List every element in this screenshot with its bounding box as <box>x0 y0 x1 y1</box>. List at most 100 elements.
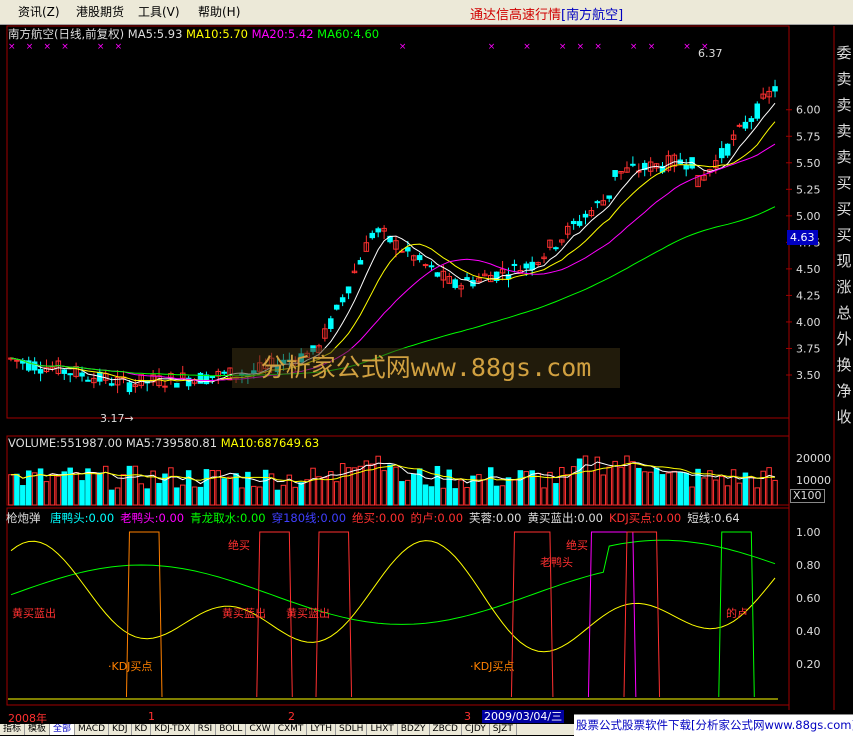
candle-body <box>505 274 512 280</box>
candle-body <box>559 239 565 243</box>
indicator-item-5: 的卢:0.00 <box>410 511 464 525</box>
candle-body <box>730 134 737 140</box>
candle-body <box>707 169 713 173</box>
signal-marker: × <box>523 42 531 52</box>
volume-bar <box>316 476 322 506</box>
tab-kd[interactable]: KD <box>132 724 152 735</box>
volume-bar <box>588 470 595 506</box>
tab-lhxt[interactable]: LHXT <box>367 724 398 735</box>
candle-body <box>339 297 346 303</box>
signal-marker: × <box>683 42 691 52</box>
volume-bar <box>470 475 476 506</box>
indicator-annotation-4: 绝买 <box>566 538 588 552</box>
volume-bar <box>523 471 530 506</box>
volume-bar <box>114 487 121 506</box>
indicator-tick-4: 0.20 <box>796 658 821 671</box>
panel-border-2 <box>6 507 790 706</box>
menu-tools[interactable]: 工具(V) <box>138 3 180 20</box>
candle-body <box>487 274 494 283</box>
volume-bar <box>582 455 589 506</box>
candle-body <box>399 250 405 253</box>
volume-bar <box>570 466 577 506</box>
volume-bar <box>233 473 239 506</box>
candle-body <box>191 379 198 384</box>
volume-bar <box>529 470 535 506</box>
volume-tick-1: 10000 <box>796 474 831 487</box>
volume-bar <box>559 467 565 506</box>
tab-sdlh[interactable]: SDLH <box>336 724 368 735</box>
indicator-name[interactable]: 枪炮弹 <box>6 511 41 525</box>
candle-body <box>754 103 761 119</box>
right-label-9: 涨 <box>836 278 852 296</box>
volume-bar <box>428 486 435 506</box>
ma20-line <box>10 143 776 381</box>
candle-body <box>553 247 559 250</box>
volume-bar <box>20 485 26 506</box>
tab-macd[interactable]: MACD <box>75 724 110 735</box>
tab-全部[interactable]: 全部 <box>50 724 76 735</box>
indicator-tick-2: 0.60 <box>796 592 821 605</box>
candle-body <box>393 240 399 250</box>
volume-bar <box>37 468 44 506</box>
candle-body <box>102 373 109 381</box>
indicator-item-4: 绝买:0.00 <box>352 511 405 525</box>
menu-help[interactable]: 帮助(H) <box>198 3 240 20</box>
candle-body <box>387 235 393 243</box>
indicator-tick-0: 1.00 <box>796 526 821 539</box>
menu-zixun[interactable]: 资讯(Z) <box>18 3 60 20</box>
volume-bar <box>363 460 370 506</box>
price-tick-8: 4.00 <box>796 316 821 329</box>
candle-body <box>570 220 577 225</box>
tab-kdj-tdx[interactable]: KDJ-TDX <box>151 724 195 735</box>
candle-body <box>215 370 222 377</box>
ind-green-line <box>10 539 776 625</box>
candle-body <box>760 93 766 99</box>
candle-body <box>14 359 20 362</box>
tab-指标[interactable]: 指标 <box>0 724 26 735</box>
volume-bar <box>517 470 524 506</box>
candle-body <box>126 382 133 393</box>
tab-sjzt[interactable]: SJZT <box>490 724 517 735</box>
footer-ad[interactable]: 股票公式股票软件下载[分析家公式网www.88gs.com] <box>574 714 853 736</box>
indicator-item-3: 穿180线:0.00 <box>271 511 347 525</box>
volume-bar <box>422 484 429 506</box>
indicator-item-1: 老鸭头:0.00 <box>120 511 185 525</box>
candle-body <box>61 369 68 374</box>
candle-body <box>132 384 139 388</box>
tab-cxw[interactable]: CXW <box>246 724 275 735</box>
right-label-4: 卖 <box>836 148 852 166</box>
candle-body <box>541 256 547 260</box>
volume-bar <box>102 465 109 506</box>
tab-lyth[interactable]: LYTH <box>307 724 336 735</box>
volume-bar <box>464 486 470 506</box>
tab-boll[interactable]: BOLL <box>216 724 247 735</box>
volume-bar <box>126 465 133 506</box>
candle-body <box>405 247 411 252</box>
candle-body <box>185 377 192 387</box>
candle-body <box>357 260 364 265</box>
volume-ma5: MA5:739580.81 <box>125 436 218 450</box>
volume-bar <box>736 482 743 506</box>
candle-body <box>114 376 121 386</box>
signal-marker: × <box>26 42 34 52</box>
tab-cxmt[interactable]: CXMT <box>275 724 308 735</box>
candle-body <box>535 262 541 265</box>
tab-模板[interactable]: 模板 <box>25 724 51 735</box>
candle-body <box>636 170 642 173</box>
tab-zbcd[interactable]: ZBCD <box>430 724 462 735</box>
right-label-0: 委 <box>836 44 852 62</box>
volume-bar <box>25 470 32 506</box>
tab-rsi[interactable]: RSI <box>195 724 217 735</box>
tab-cjdy[interactable]: CJDY <box>462 724 490 735</box>
candle-body <box>73 366 79 377</box>
tab-kdj[interactable]: KDJ <box>109 724 132 735</box>
indicator-item-7: 黄买蓝出:0.00 <box>527 511 603 525</box>
volume-bar <box>458 479 464 506</box>
volume-bar <box>541 487 547 506</box>
volume-bar <box>701 477 707 506</box>
menu-ganggu-qihuo[interactable]: 港股期货 <box>76 3 124 20</box>
signal-marker: × <box>44 42 52 52</box>
volume-bar <box>174 487 180 506</box>
tab-bdzy[interactable]: BDZY <box>398 724 430 735</box>
volume-bar <box>43 481 50 506</box>
